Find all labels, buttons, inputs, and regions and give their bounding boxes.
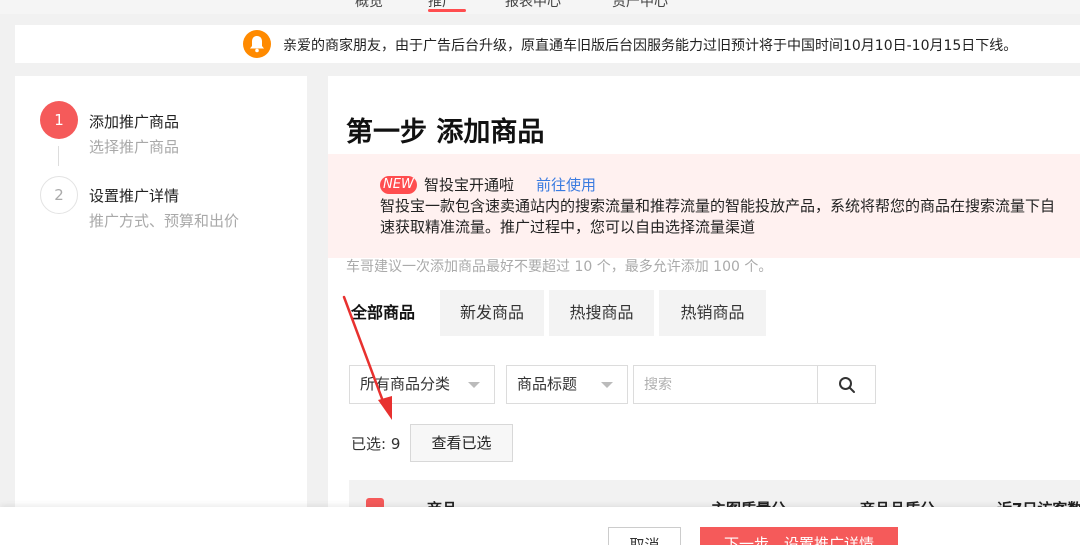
promo-description-2: 速获取精准流量。推广过程中，您可以自由选择流量渠道	[380, 218, 756, 236]
tab-hot-selling[interactable]: 热销商品	[659, 290, 766, 336]
selected-count: 已选: 9	[351, 435, 401, 453]
add-limit-hint: 车哥建议一次添加商品最好不要超过 10 个，最多允许添加 100 个。	[346, 259, 773, 275]
category-select[interactable]: 所有商品分类	[349, 365, 495, 404]
notice-text: 亲爱的商家朋友，由于广告后台升级，原直通车旧版后台因服务能力过旧预计将于中国时间…	[283, 38, 1018, 54]
notice-bar: 亲爱的商家朋友，由于广告后台升级，原直通车旧版后台因服务能力过旧预计将于中国时间…	[15, 25, 1080, 63]
step-2-title: 设置推广详情	[89, 187, 180, 205]
search-field-select[interactable]: 商品标题	[506, 365, 628, 404]
tab-new-products[interactable]: 新发商品	[440, 290, 544, 336]
bottom-action-bar: 取消 下一步，设置推广详情	[0, 507, 1080, 545]
main-panel: 第一步 添加商品 NEW 智投宝开通啦 前往使用 智投宝一款包含速卖通站内的搜索…	[328, 76, 1080, 516]
search-input[interactable]	[633, 365, 817, 404]
top-nav: 概览 推广 报表中心 资产中心	[0, 0, 1080, 14]
view-selected-button[interactable]: 查看已选	[410, 424, 513, 462]
promo-link[interactable]: 前往使用	[536, 174, 596, 195]
chevron-down-icon	[468, 382, 480, 388]
search-field-value: 商品标题	[517, 375, 578, 393]
tab-all-products[interactable]: 全部商品	[331, 290, 435, 336]
search-button[interactable]	[817, 365, 876, 404]
steps-sidebar: 1 添加推广商品 选择推广商品 2 设置推广详情 推广方式、预算和出价	[15, 76, 307, 516]
search-icon	[839, 377, 855, 393]
step-connector	[58, 146, 59, 166]
step-2-indicator: 2	[40, 176, 78, 214]
chevron-down-icon	[601, 382, 613, 388]
promo-description: 智投宝一款包含速卖通站内的搜索流量和推荐流量的智能投放产品，系统将帮您的商品在搜…	[380, 197, 1056, 215]
step-1-subtitle: 选择推广商品	[89, 138, 180, 156]
nav-item-assets[interactable]: 资产中心	[612, 0, 668, 11]
new-badge: NEW	[380, 176, 417, 194]
category-select-value: 所有商品分类	[360, 375, 451, 393]
step-1-indicator: 1	[40, 101, 78, 139]
next-step-button[interactable]: 下一步，设置推广详情	[700, 527, 898, 545]
tab-hot-search[interactable]: 热搜商品	[549, 290, 654, 336]
step-1-title: 添加推广商品	[89, 113, 180, 131]
bell-icon	[243, 30, 271, 58]
nav-item-reports[interactable]: 报表中心	[505, 0, 561, 11]
active-nav-indicator	[428, 9, 466, 12]
cancel-button[interactable]: 取消	[608, 527, 681, 545]
nav-item-overview[interactable]: 概览	[355, 0, 383, 11]
promo-title: 智投宝开通啦	[424, 176, 515, 194]
step-2-subtitle: 推广方式、预算和出价	[89, 212, 240, 230]
page-title: 第一步 添加商品	[346, 117, 545, 148]
promo-banner: NEW 智投宝开通啦 前往使用 智投宝一款包含速卖通站内的搜索流量和推荐流量的智…	[328, 154, 1080, 258]
